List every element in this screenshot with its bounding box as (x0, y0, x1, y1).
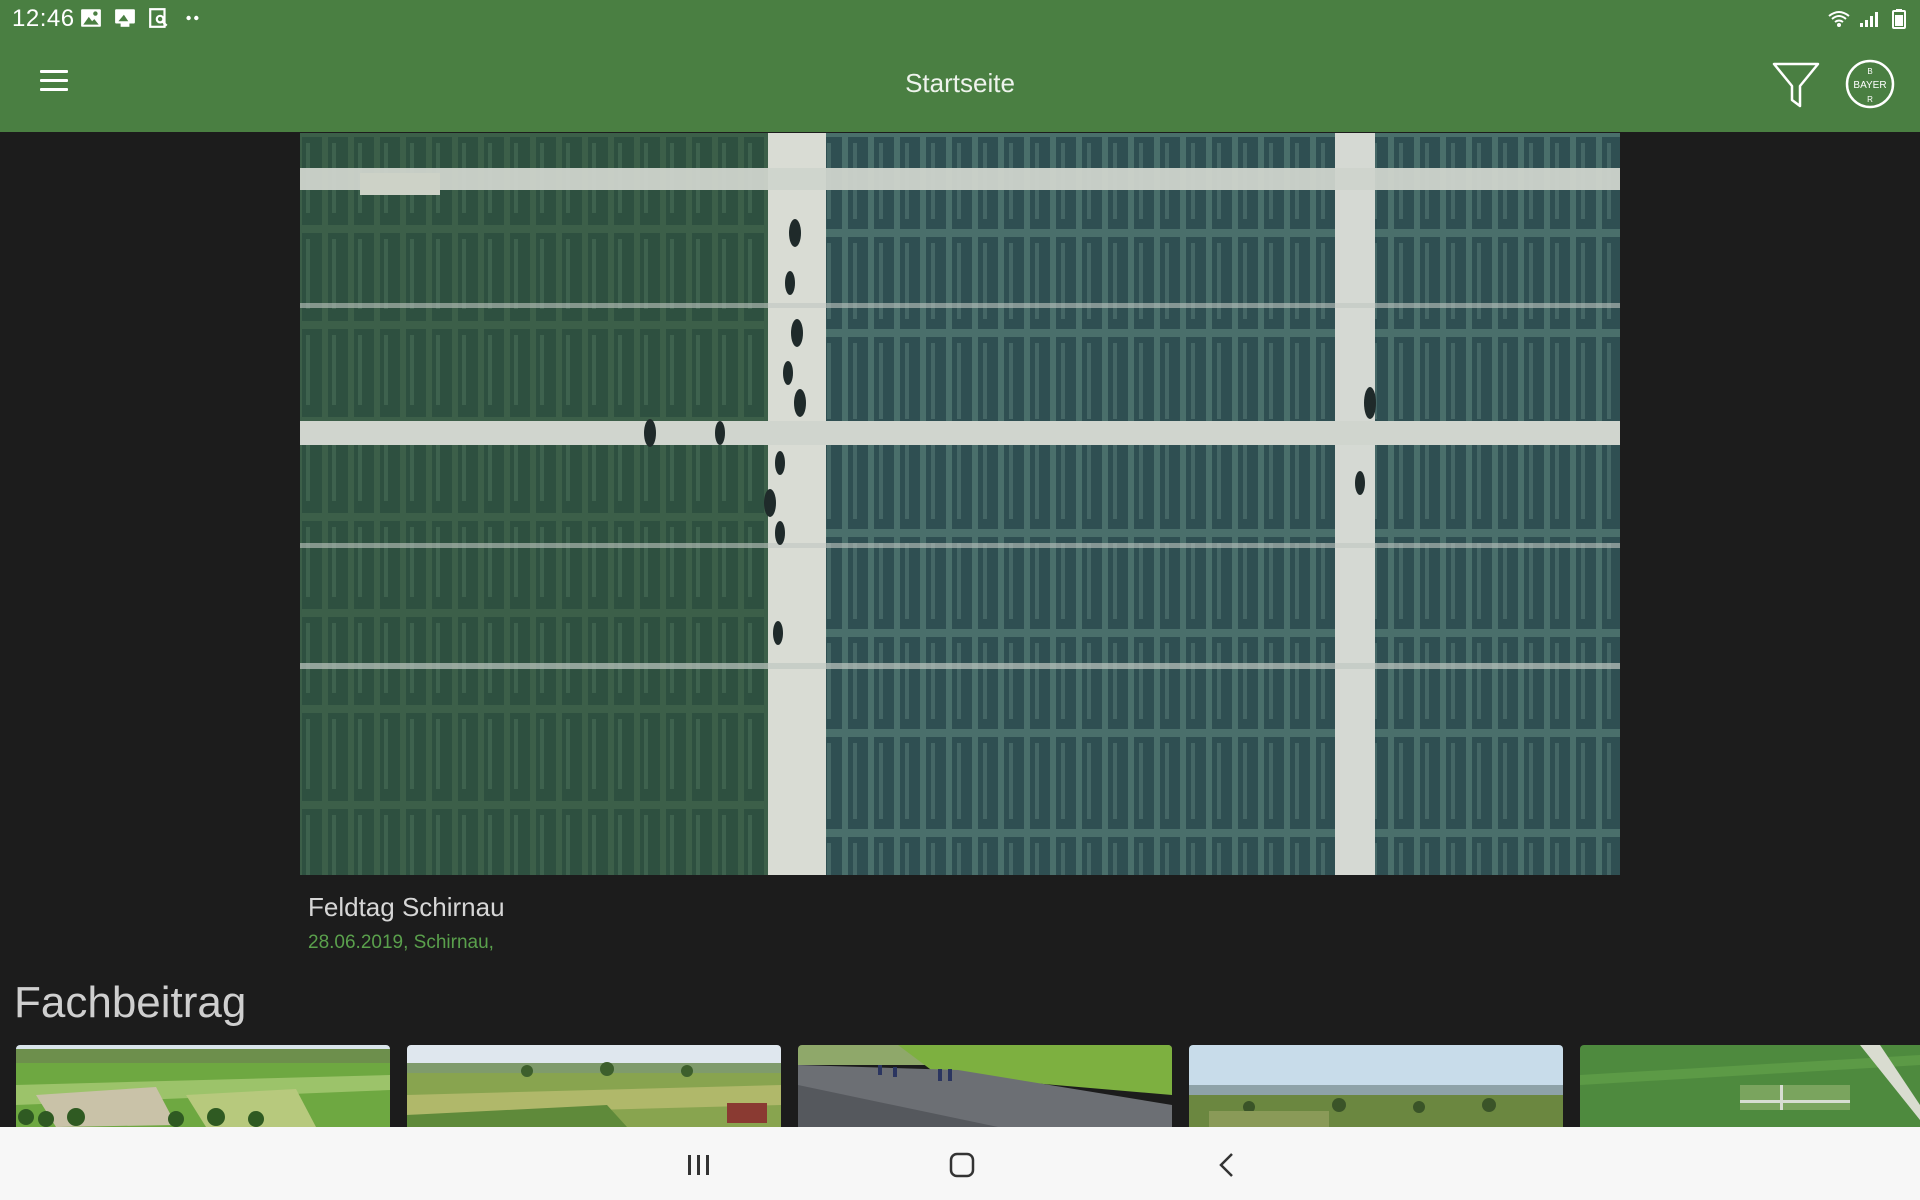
status-time: 12:46 (12, 5, 75, 32)
svg-text:B: B (1867, 67, 1872, 76)
status-icons-left (80, 8, 204, 28)
section-heading: Fachbeitrag (14, 978, 247, 1027)
home-icon[interactable] (932, 1145, 992, 1185)
svg-text:R: R (1867, 95, 1873, 104)
photo-upload-icon (115, 9, 135, 27)
thumbnail-image (407, 1045, 781, 1127)
featured-video-image[interactable] (300, 133, 1620, 875)
battery-icon (1892, 9, 1906, 29)
page-title: Startseite (905, 68, 1015, 98)
featured-title[interactable]: Feldtag Schirnau (308, 892, 505, 923)
thumbnail-item[interactable] (1189, 1045, 1563, 1127)
status-bar: 12:46 (0, 0, 1920, 36)
thumbnail-image (1580, 1045, 1920, 1127)
search-doc-icon (149, 8, 168, 28)
status-icons-right (1828, 9, 1910, 29)
back-icon[interactable] (1196, 1145, 1256, 1185)
thumbnail-item[interactable] (407, 1045, 781, 1127)
wifi-icon (1828, 11, 1850, 27)
logo-text: BAYER (1853, 80, 1886, 91)
image-icon (81, 9, 101, 27)
thumbnail-item[interactable] (798, 1045, 1172, 1127)
filter-icon[interactable] (1768, 56, 1824, 112)
more-dots-icon (186, 15, 199, 21)
app-bar: Startseite BAYER B R (0, 36, 1920, 132)
signal-icon (1860, 12, 1878, 27)
recent-apps-icon[interactable] (668, 1145, 728, 1185)
thumbnail-item[interactable] (16, 1045, 390, 1127)
aerial-field-image (300, 133, 1620, 875)
thumbnail-image (798, 1045, 1172, 1127)
featured-meta: 28.06.2019, Schirnau, (308, 932, 494, 953)
bayer-logo-icon[interactable]: BAYER B R (1844, 58, 1896, 110)
navigation-bar (0, 1127, 1920, 1200)
thumbnail-image (1189, 1045, 1563, 1127)
thumbnail-image (16, 1045, 390, 1127)
thumbnail-item[interactable] (1580, 1045, 1920, 1127)
